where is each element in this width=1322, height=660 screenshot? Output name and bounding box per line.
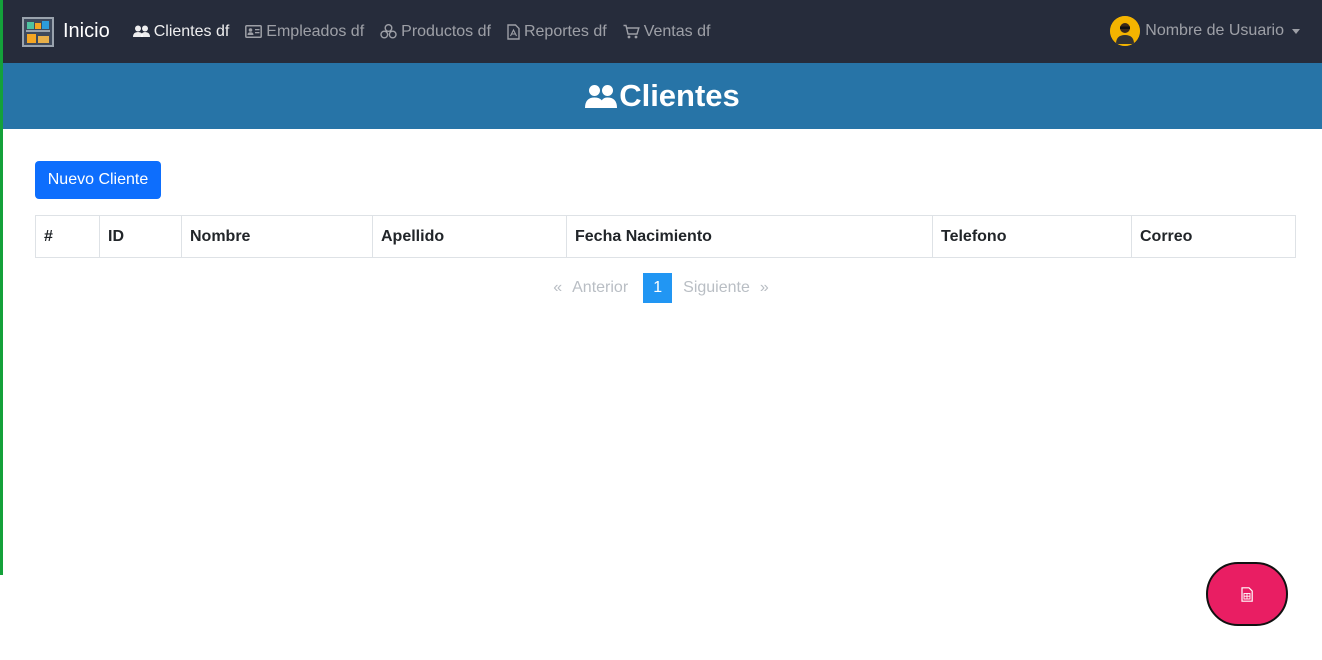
- brand-label: Inicio: [63, 20, 110, 42]
- table-header-row: # ID Nombre Apellido Fecha Nacimiento Te…: [35, 215, 1296, 258]
- user-name: Nombre de Usuario: [1145, 22, 1284, 39]
- avatar: [1110, 16, 1141, 46]
- brand-link[interactable]: Inicio: [22, 16, 110, 47]
- column-header-id[interactable]: ID: [99, 215, 182, 258]
- pdf-file-icon: [507, 23, 520, 40]
- column-header-index[interactable]: #: [35, 215, 100, 258]
- nav-item-empleados[interactable]: Empleados df: [245, 23, 364, 41]
- cart-icon: [623, 24, 640, 39]
- nav-item-label: Productos df: [401, 22, 491, 40]
- nav-item-label: Reportes df: [523, 22, 607, 40]
- nav-item-clientes[interactable]: Clientes df: [132, 22, 230, 41]
- column-header-telefono[interactable]: Telefono: [932, 215, 1132, 258]
- new-client-button[interactable]: Nuevo Cliente: [35, 161, 161, 199]
- users-icon: [585, 85, 618, 108]
- pagination-prev[interactable]: Anterior: [567, 279, 633, 297]
- nav-item-productos[interactable]: Productos df: [380, 23, 491, 41]
- pagination-next[interactable]: Siguiente: [678, 279, 755, 297]
- chevron-down-icon: [1292, 28, 1300, 34]
- column-header-nombre[interactable]: Nombre: [181, 215, 373, 258]
- nav-item-ventas[interactable]: Ventas df: [623, 22, 711, 41]
- id-card-icon: [245, 25, 263, 38]
- nav-item-label: Empleados df: [266, 22, 365, 40]
- users-icon: [132, 25, 150, 37]
- pagination: « Anterior 1 Siguiente »: [0, 273, 1322, 303]
- pagination-page-current[interactable]: 1: [643, 273, 673, 303]
- page-title-text: Clientes: [619, 78, 740, 113]
- nav-item-reportes[interactable]: Reportes df: [507, 23, 607, 41]
- top-navbar: Inicio Clientes df Empleados df Producto…: [0, 0, 1322, 63]
- page-title: Clientes: [585, 78, 740, 114]
- export-excel-button[interactable]: [1206, 562, 1288, 626]
- pagination-first[interactable]: «: [548, 279, 567, 297]
- column-header-apellido[interactable]: Apellido: [372, 215, 567, 258]
- nav-item-label: Ventas df: [643, 22, 711, 40]
- clients-table: # ID Nombre Apellido Fecha Nacimiento Te…: [35, 215, 1296, 258]
- nav-links: Clientes df Empleados df Productos df Re…: [132, 22, 727, 41]
- boxes-icon: [380, 24, 397, 39]
- nav-item-label: Clientes df: [153, 22, 230, 40]
- spreadsheet-icon: [1241, 586, 1253, 602]
- user-menu-dropdown[interactable]: Nombre de Usuario: [1110, 16, 1300, 46]
- page-header: Clientes: [3, 63, 1322, 129]
- shelf-logo-icon: [22, 16, 54, 47]
- column-header-correo[interactable]: Correo: [1131, 215, 1296, 258]
- column-header-fecha-nacimiento[interactable]: Fecha Nacimiento: [566, 215, 933, 258]
- pagination-last[interactable]: »: [755, 279, 774, 297]
- window-edge: [0, 0, 3, 575]
